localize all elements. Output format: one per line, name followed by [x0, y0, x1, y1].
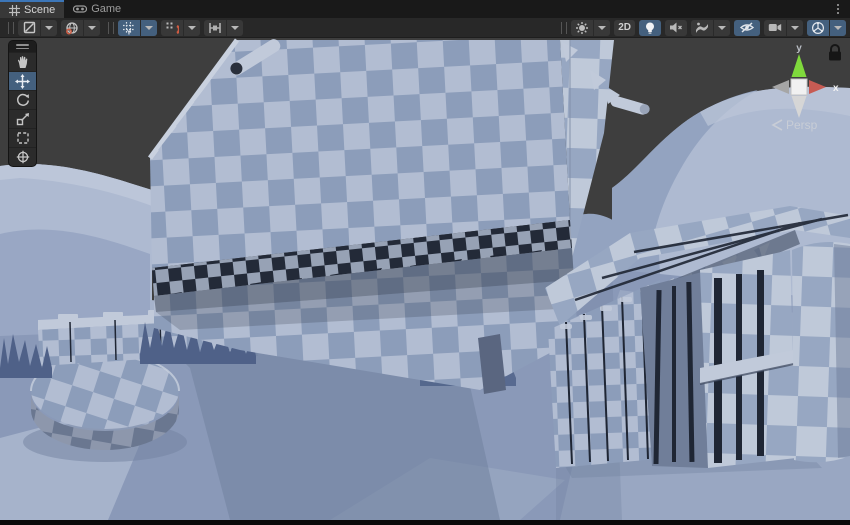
- eye-slash-icon: [734, 20, 760, 36]
- grid-y-icon: Y: [118, 20, 140, 36]
- toolbar-drag-handle-3[interactable]: [561, 22, 567, 34]
- window-bottom-edge: [0, 520, 850, 525]
- tab-game[interactable]: Game: [64, 0, 130, 18]
- toolbar-drag-handle-2[interactable]: [108, 22, 114, 34]
- camera-settings-dropdown[interactable]: [787, 20, 803, 36]
- 2d-label: 2D: [618, 22, 631, 33]
- scene-render: [0, 38, 850, 520]
- tools-overlay: [8, 40, 37, 167]
- globe-icon: [61, 20, 83, 36]
- camera-icon: [764, 20, 786, 36]
- orientation-gizmo: y x Persp: [752, 38, 850, 148]
- scene-debug-button[interactable]: [571, 20, 610, 36]
- gizmo-neg-y-axis[interactable]: [792, 96, 807, 118]
- render-globe-dropdown[interactable]: [84, 20, 100, 36]
- audio-toggle-button[interactable]: [665, 20, 687, 36]
- lightbulb-icon: [639, 20, 661, 36]
- projection-label: Persp: [786, 118, 818, 132]
- transform-tool[interactable]: [9, 147, 36, 166]
- grid-icon: [9, 5, 20, 16]
- gizmo-neg-x-axis[interactable]: [772, 80, 789, 94]
- scene-debug-dropdown[interactable]: [594, 20, 610, 36]
- lighting-toggle-button[interactable]: [639, 20, 661, 36]
- scene-visibility-button[interactable]: [734, 20, 760, 36]
- tools-overlay-handle[interactable]: [9, 41, 36, 52]
- gizmo-y-axis[interactable]: [792, 54, 807, 77]
- rotate-tool[interactable]: [9, 90, 36, 109]
- handle-ruler-icon: [204, 20, 226, 36]
- draw-mode-dropdown[interactable]: [41, 20, 57, 36]
- tab-game-label: Game: [91, 3, 121, 15]
- rect-tool[interactable]: [9, 128, 36, 147]
- speaker-muted-icon: [665, 20, 687, 36]
- tool-handle-dropdown[interactable]: [227, 20, 243, 36]
- hand-tool[interactable]: [9, 52, 36, 71]
- gizmo-x-label: x: [833, 83, 839, 94]
- 2d-toggle-button[interactable]: 2D: [614, 20, 635, 36]
- grid-visibility-dropdown[interactable]: [141, 20, 157, 36]
- tool-handle-button[interactable]: [204, 20, 243, 36]
- grid-snapping-button[interactable]: [161, 20, 200, 36]
- camera-settings-button[interactable]: [764, 20, 803, 36]
- gamepad-icon: [73, 4, 87, 14]
- hand-icon: [16, 55, 30, 69]
- snap-magnet-icon: [161, 20, 183, 36]
- tab-scene[interactable]: Scene: [0, 0, 64, 18]
- rotate-icon: [16, 93, 30, 107]
- scale-tool[interactable]: [9, 109, 36, 128]
- starburst-icon: [571, 20, 593, 36]
- svg-text:Y: Y: [127, 29, 132, 35]
- unity-scene-view-window: Scene Game Y: [0, 0, 850, 525]
- move-arrows-icon: [15, 74, 30, 89]
- projection-toggle[interactable]: Persp: [773, 118, 818, 132]
- tab-bar: Scene Game: [0, 0, 850, 18]
- draw-mode-button[interactable]: [18, 20, 57, 36]
- gizmo-center-cube[interactable]: [791, 79, 807, 95]
- effects-dropdown[interactable]: [714, 20, 730, 36]
- rect-icon: [16, 131, 30, 145]
- gizmo-y-label: y: [796, 43, 802, 54]
- scene-toolbar: Y 2D: [0, 18, 850, 38]
- kebab-menu-icon[interactable]: [832, 2, 844, 16]
- shaded-square-icon: [18, 20, 40, 36]
- transform-icon: [16, 150, 30, 164]
- gizmos-button[interactable]: [807, 20, 846, 36]
- effects-icon: [691, 20, 713, 36]
- axis-sphere-icon: [807, 20, 829, 36]
- grid-visibility-button[interactable]: Y: [118, 20, 157, 36]
- lock-icon[interactable]: [829, 45, 841, 61]
- toolbar-drag-handle[interactable]: [8, 22, 14, 34]
- grid-snapping-dropdown[interactable]: [184, 20, 200, 36]
- tab-scene-label: Scene: [24, 4, 55, 16]
- effects-button[interactable]: [691, 20, 730, 36]
- render-globe-button[interactable]: [61, 20, 100, 36]
- gizmo-x-axis[interactable]: [809, 80, 826, 94]
- move-tool[interactable]: [9, 71, 36, 90]
- scale-icon: [16, 112, 30, 126]
- gizmos-dropdown[interactable]: [830, 20, 846, 36]
- scene-viewport[interactable]: y x Persp: [0, 38, 850, 520]
